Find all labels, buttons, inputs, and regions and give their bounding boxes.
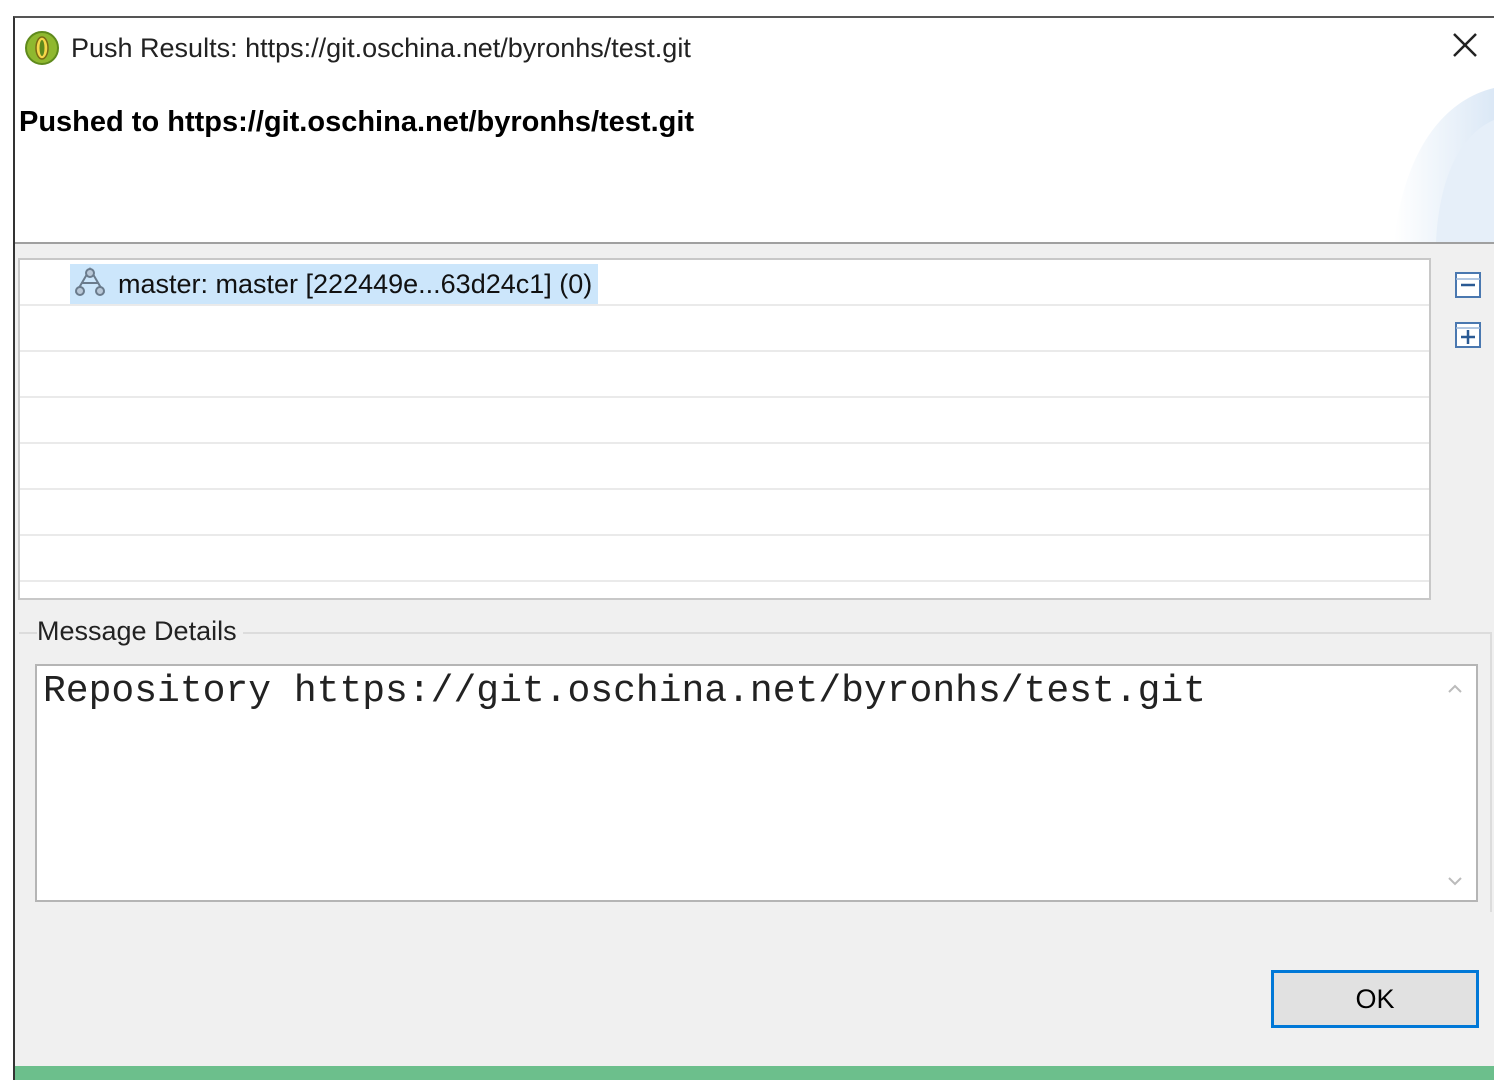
scroll-up-arrow[interactable] (1444, 678, 1466, 700)
tree-row (20, 490, 1429, 536)
push-results-tree[interactable]: master: master [222449e...63d24c1] (0) (18, 258, 1431, 600)
push-results-dialog: Push Results: https://git.oschina.net/by… (13, 16, 1494, 1080)
tree-row[interactable]: master: master [222449e...63d24c1] (0) (20, 260, 1429, 306)
dialog-header: Pushed to https://git.oschina.net/byronh… (15, 80, 1494, 244)
tree-item-label: master: master [222449e...63d24c1] (0) (118, 268, 593, 299)
message-details-textarea[interactable]: Repository https://git.oschina.net/byron… (35, 664, 1478, 902)
ok-button[interactable]: OK (1271, 970, 1479, 1028)
header-banner-graphic (1324, 80, 1494, 242)
collapse-all-button[interactable] (1453, 270, 1483, 300)
tree-row (20, 536, 1429, 582)
taskbar-strip (15, 1066, 1494, 1080)
close-button[interactable] (1442, 24, 1488, 70)
collapse-all-icon (1453, 272, 1483, 304)
branch-icon (72, 265, 108, 304)
title-bar: Push Results: https://git.oschina.net/by… (15, 18, 1494, 80)
tree-row (20, 398, 1429, 444)
message-details-content: Repository https://git.oschina.net/byron… (43, 670, 1206, 713)
tree-row (20, 352, 1429, 398)
tree-row (20, 306, 1429, 352)
window-title: Push Results: https://git.oschina.net/by… (71, 33, 691, 63)
scroll-down-arrow[interactable] (1444, 870, 1466, 892)
header-message: Pushed to https://git.oschina.net/byronh… (19, 106, 695, 138)
close-icon (1451, 31, 1479, 64)
message-details-label: Message Details (37, 616, 243, 647)
tree-item-master[interactable]: master: master [222449e...63d24c1] (0) (70, 264, 599, 304)
eclipse-icon (24, 30, 60, 66)
expand-all-icon (1453, 322, 1483, 354)
tree-row (20, 444, 1429, 490)
expand-all-button[interactable] (1453, 320, 1483, 350)
